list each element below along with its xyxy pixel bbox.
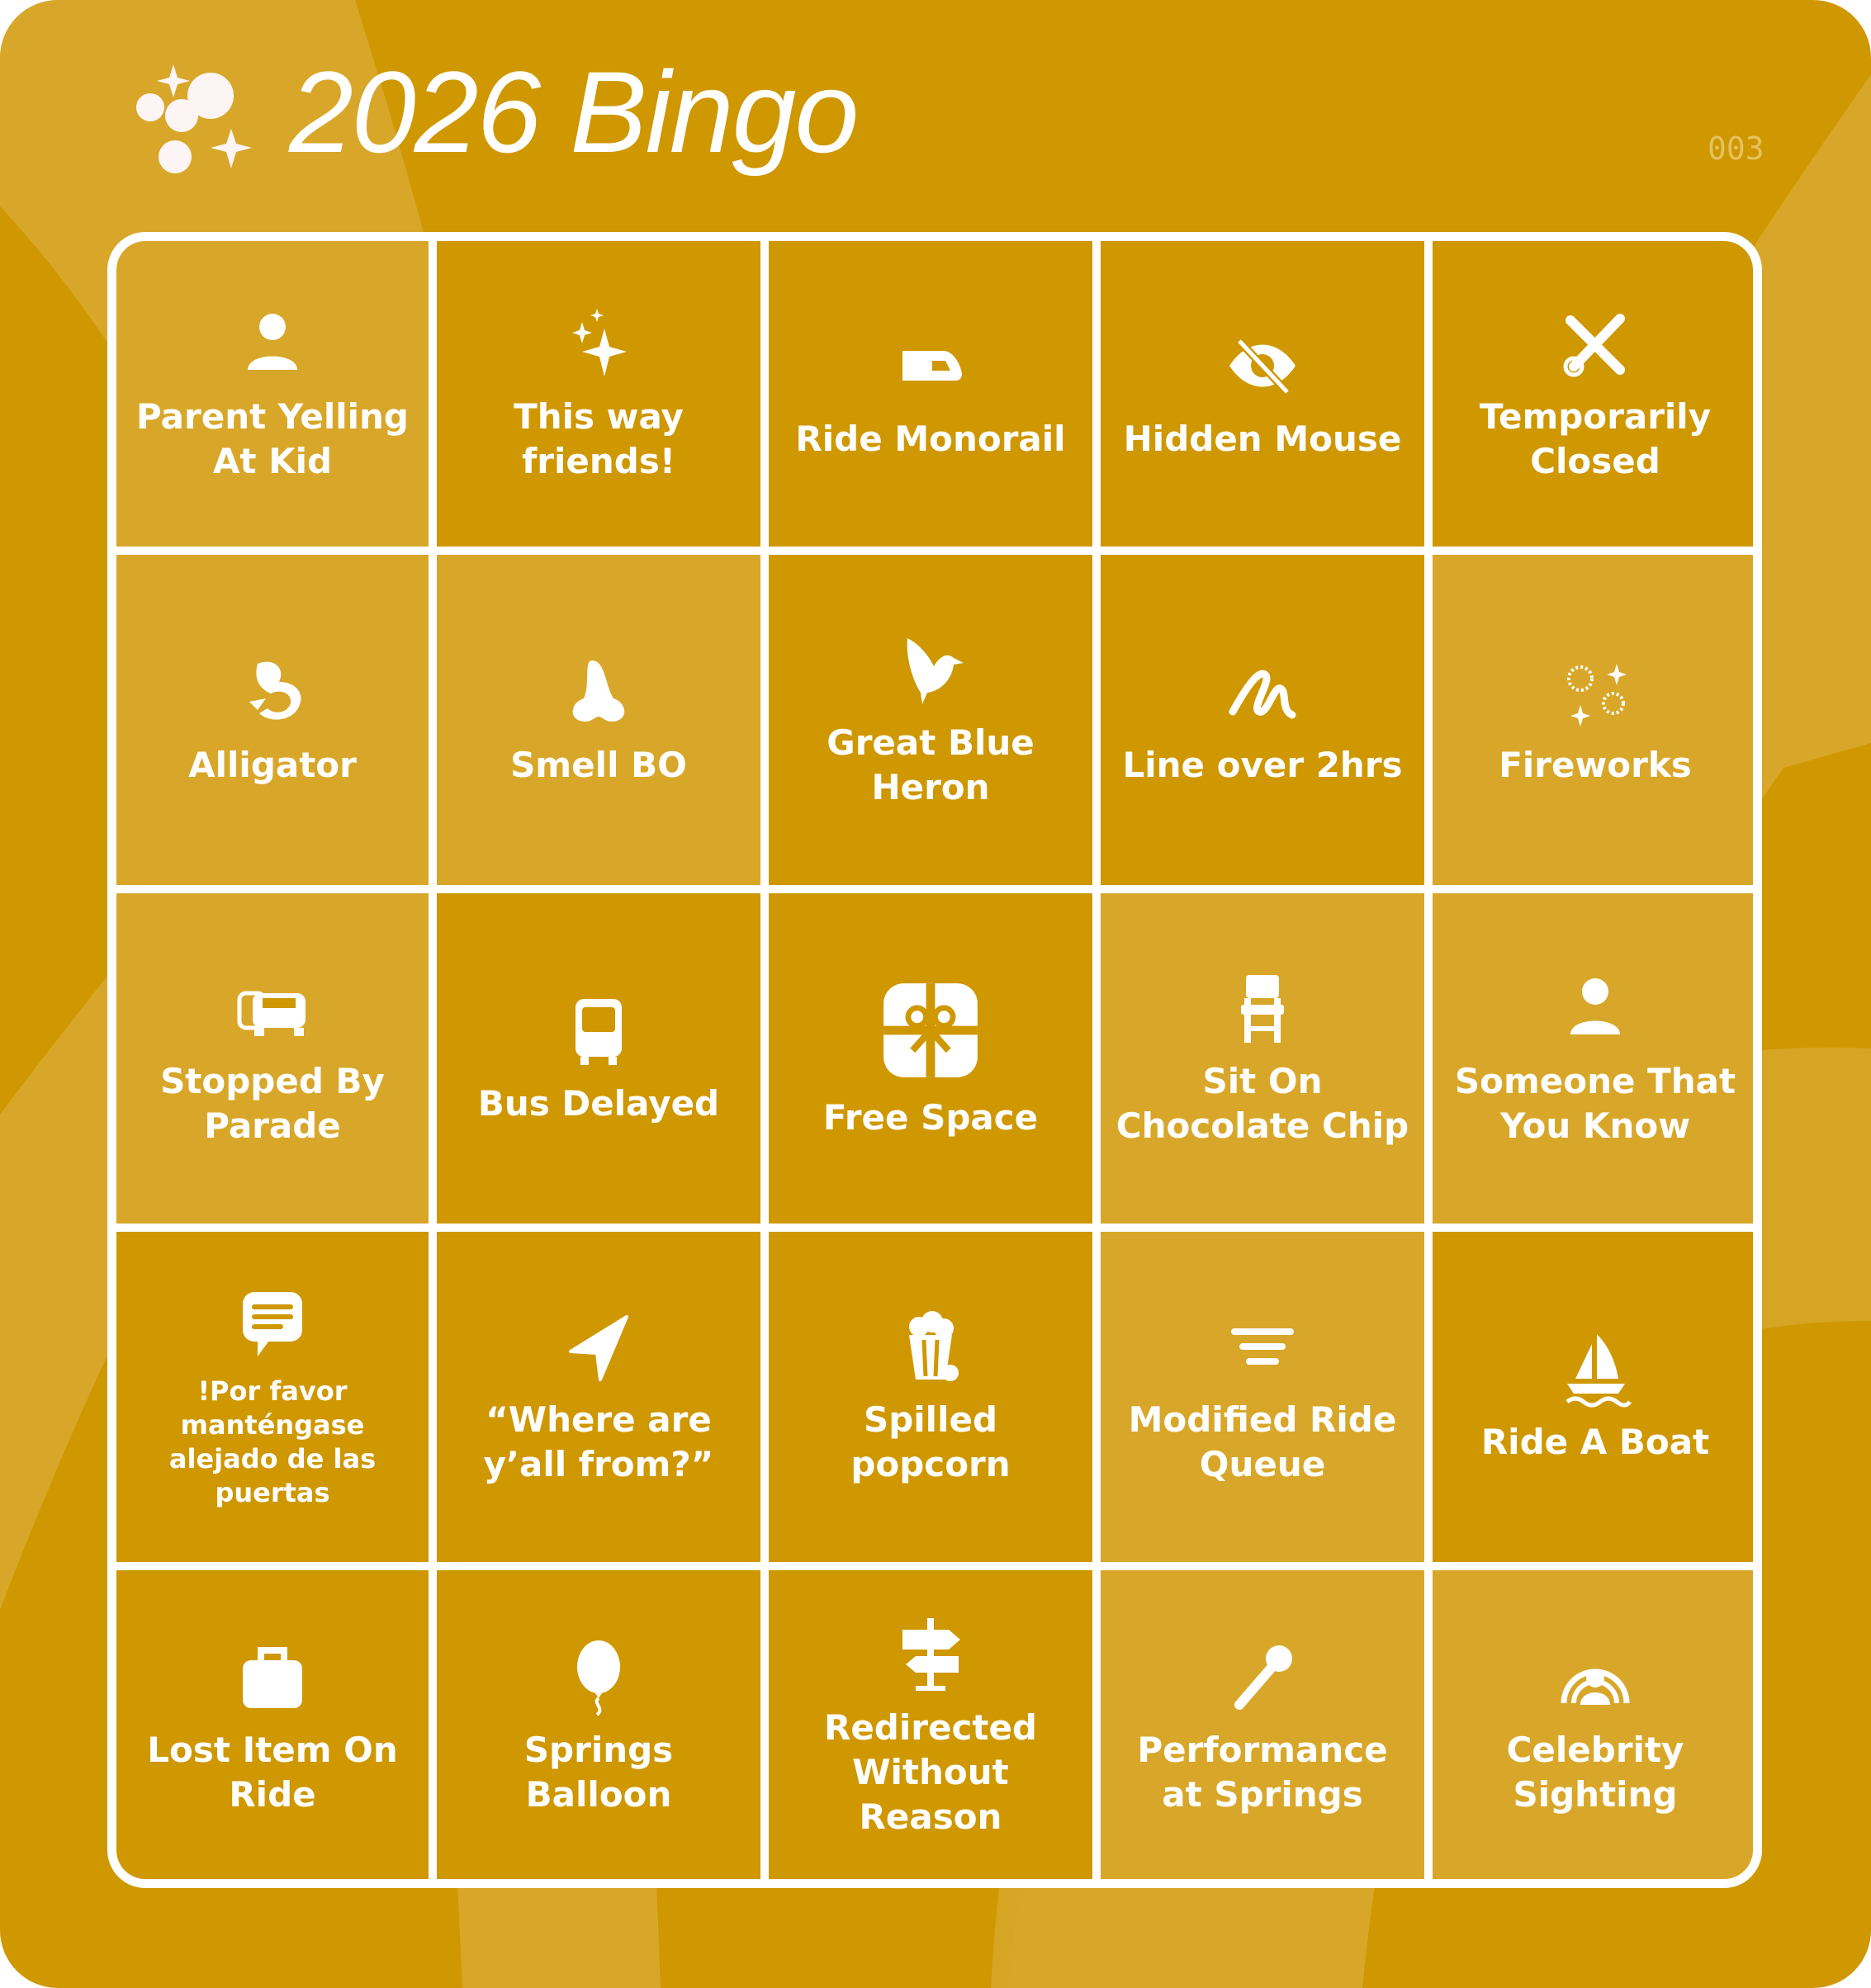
bingo-cell[interactable]: Springs Balloon bbox=[437, 1570, 760, 1879]
bingo-cell[interactable]: Parent Yelling At Kid bbox=[116, 241, 429, 547]
bingo-cell-label: Smell BO bbox=[510, 745, 687, 786]
bingo-cell[interactable]: Smell BO bbox=[437, 555, 760, 885]
bingo-cell-label: !Por favor manténgase alejado de las pue… bbox=[168, 1375, 377, 1508]
free-space-cell[interactable]: Free Space bbox=[769, 893, 1092, 1224]
bingo-cell[interactable]: Lost Item On Ride bbox=[116, 1570, 429, 1879]
sparkle-bubbles-icon bbox=[136, 64, 252, 173]
bingo-cell[interactable]: Performance at Springs bbox=[1101, 1570, 1424, 1879]
bingo-cell[interactable]: Stopped By Parade bbox=[116, 893, 429, 1224]
bingo-cell[interactable]: “Where are y’all from?” bbox=[437, 1232, 760, 1562]
bingo-cell[interactable]: Someone That You Know bbox=[1433, 893, 1753, 1224]
bingo-cell-label: Celebrity Sighting bbox=[1506, 1730, 1684, 1815]
bingo-cell[interactable]: This way friends! bbox=[437, 241, 760, 547]
popcorn-icon bbox=[909, 1311, 959, 1382]
bingo-cell-label: This way friends! bbox=[514, 396, 684, 481]
bingo-cell-label: Modified Ride Queue bbox=[1128, 1399, 1397, 1484]
speech-bubble-icon bbox=[243, 1292, 302, 1357]
balloon-icon bbox=[577, 1640, 620, 1716]
bingo-cell-label: Performance at Springs bbox=[1137, 1730, 1388, 1815]
bingo-grid: Parent Yelling At Kid This way friends! Ri… bbox=[107, 232, 1762, 1888]
bingo-cell-label: Bus Delayed bbox=[477, 1083, 720, 1124]
bird-icon bbox=[907, 638, 964, 705]
bingo-cell-label: Hidden Mouse bbox=[1123, 419, 1402, 460]
bingo-cell-label: Parent Yelling At Kid bbox=[136, 396, 409, 481]
bingo-cell[interactable]: Sit On Chocolate Chip bbox=[1101, 893, 1424, 1224]
card-serial-number: 003 bbox=[1708, 130, 1764, 167]
bingo-cell[interactable]: Hidden Mouse bbox=[1101, 241, 1424, 547]
bingo-cell[interactable]: Ride Monorail bbox=[769, 241, 1092, 547]
bingo-cell[interactable]: Alligator bbox=[116, 555, 429, 885]
bingo-cell-label: Lost Item On Ride bbox=[147, 1730, 398, 1815]
tools-icon bbox=[1563, 314, 1625, 377]
bingo-cell-label: Line over 2hrs bbox=[1122, 745, 1403, 786]
bingo-cell[interactable]: Modified Ride Queue bbox=[1101, 1232, 1424, 1562]
person-icon bbox=[1570, 978, 1620, 1035]
bingo-cell[interactable]: Redirected Without Reason bbox=[769, 1570, 1092, 1879]
text-align-icon bbox=[1231, 1328, 1294, 1366]
cars-icon bbox=[237, 991, 306, 1037]
monorail-icon bbox=[902, 351, 962, 381]
bingo-cell-label: Redirected Without Reason bbox=[823, 1707, 1037, 1837]
page-title: 2026 Bingo bbox=[289, 47, 859, 177]
bingo-cell-label: Ride Monorail bbox=[795, 419, 1066, 460]
eye-slash-icon bbox=[1229, 338, 1295, 395]
sailboat-icon bbox=[1565, 1334, 1632, 1408]
bingo-cell-label: “Where are y’all from?” bbox=[483, 1399, 714, 1484]
bag-icon bbox=[243, 1647, 302, 1709]
bingo-cell-label: Spilled popcorn bbox=[850, 1399, 1011, 1484]
fireworks-icon bbox=[1567, 664, 1627, 727]
microphone-icon bbox=[1234, 1645, 1292, 1711]
bingo-cell[interactable]: Ride A Boat bbox=[1433, 1232, 1753, 1562]
bingo-cell[interactable]: Fireworks bbox=[1433, 555, 1753, 885]
bingo-cell[interactable]: Line over 2hrs bbox=[1101, 555, 1424, 885]
bingo-cell-label: Free Space bbox=[822, 1097, 1039, 1138]
bingo-cell-label: Sit On Chocolate Chip bbox=[1115, 1061, 1409, 1146]
bingo-cell-label: Fireworks bbox=[1499, 745, 1692, 786]
signpost-icon bbox=[902, 1618, 960, 1692]
bingo-cell-label: Alligator bbox=[188, 745, 357, 786]
gift-icon bbox=[883, 983, 978, 1077]
squiggle-icon bbox=[1229, 670, 1296, 719]
nose-icon bbox=[572, 660, 625, 722]
bingo-cell-label: Temporarily Closed bbox=[1479, 396, 1712, 481]
location-arrow-icon bbox=[569, 1315, 628, 1382]
bingo-cell-label: Springs Balloon bbox=[523, 1730, 674, 1815]
bingo-card: 2026 Bingo 003 Parent Yelling At Kid This… bbox=[0, 0, 1871, 1988]
bingo-cell[interactable]: !Por favor manténgase alejado de las pue… bbox=[116, 1232, 429, 1562]
bingo-cell[interactable]: Spilled popcorn bbox=[769, 1232, 1092, 1562]
bingo-cell[interactable]: Temporarily Closed bbox=[1433, 241, 1753, 547]
lizard-icon bbox=[249, 661, 301, 720]
bingo-cell[interactable]: Bus Delayed bbox=[437, 893, 760, 1224]
bingo-cell[interactable]: Celebrity Sighting bbox=[1433, 1570, 1753, 1879]
bingo-cell-label: Stopped By Parade bbox=[160, 1061, 385, 1146]
bingo-cell-label: Someone That You Know bbox=[1454, 1061, 1736, 1146]
chair-icon bbox=[1241, 975, 1284, 1044]
broadcast-person-icon bbox=[1561, 1668, 1630, 1706]
bus-icon bbox=[576, 999, 622, 1066]
sparkles-icon bbox=[572, 309, 627, 377]
bingo-cell-label: Great Blue Heron bbox=[827, 722, 1035, 807]
bingo-cell-label: Ride A Boat bbox=[1480, 1422, 1710, 1463]
person-icon bbox=[248, 314, 297, 371]
bingo-cell[interactable]: Great Blue Heron bbox=[769, 555, 1092, 885]
